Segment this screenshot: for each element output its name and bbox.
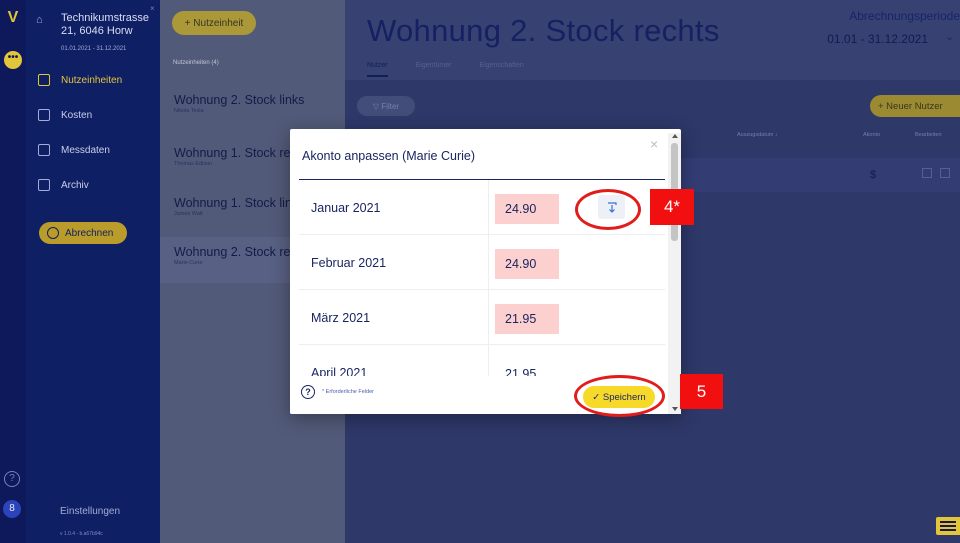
table-row: April 2021 21.95 bbox=[299, 345, 665, 376]
column-divider bbox=[488, 235, 489, 290]
required-fields-note: * Erforderliche Felder bbox=[322, 389, 374, 395]
highlight-save-ring bbox=[574, 375, 665, 417]
akonto-input[interactable]: 21.95 bbox=[495, 304, 559, 334]
scroll-up-icon[interactable] bbox=[672, 134, 678, 138]
akonto-input[interactable]: 24.90 bbox=[495, 194, 559, 224]
month-label: Januar 2021 bbox=[311, 201, 381, 215]
help-icon[interactable]: ? bbox=[301, 385, 315, 399]
akonto-input[interactable]: 24.90 bbox=[495, 249, 559, 279]
column-divider bbox=[488, 290, 489, 345]
table-row: Februar 2021 24.90 bbox=[299, 235, 665, 290]
highlight-copy-ring bbox=[575, 189, 641, 230]
scroll-down-icon[interactable] bbox=[672, 407, 678, 411]
modal-title: Akonto anpassen (Marie Curie) bbox=[302, 149, 475, 163]
month-label: April 2021 bbox=[311, 366, 368, 376]
modal-scrollbar[interactable] bbox=[668, 133, 681, 414]
table-row: März 2021 21.95 bbox=[299, 290, 665, 345]
month-label: Februar 2021 bbox=[311, 256, 387, 270]
step-badge-5: 5 bbox=[680, 374, 723, 409]
akonto-modal: Akonto anpassen (Marie Curie) × Januar 2… bbox=[290, 129, 681, 414]
close-icon[interactable]: × bbox=[650, 136, 658, 152]
step-badge-4: 4* bbox=[650, 189, 694, 225]
column-divider bbox=[488, 345, 489, 376]
month-label: März 2021 bbox=[311, 311, 371, 325]
akonto-input[interactable]: 21.95 bbox=[495, 359, 559, 376]
column-divider bbox=[488, 180, 489, 235]
